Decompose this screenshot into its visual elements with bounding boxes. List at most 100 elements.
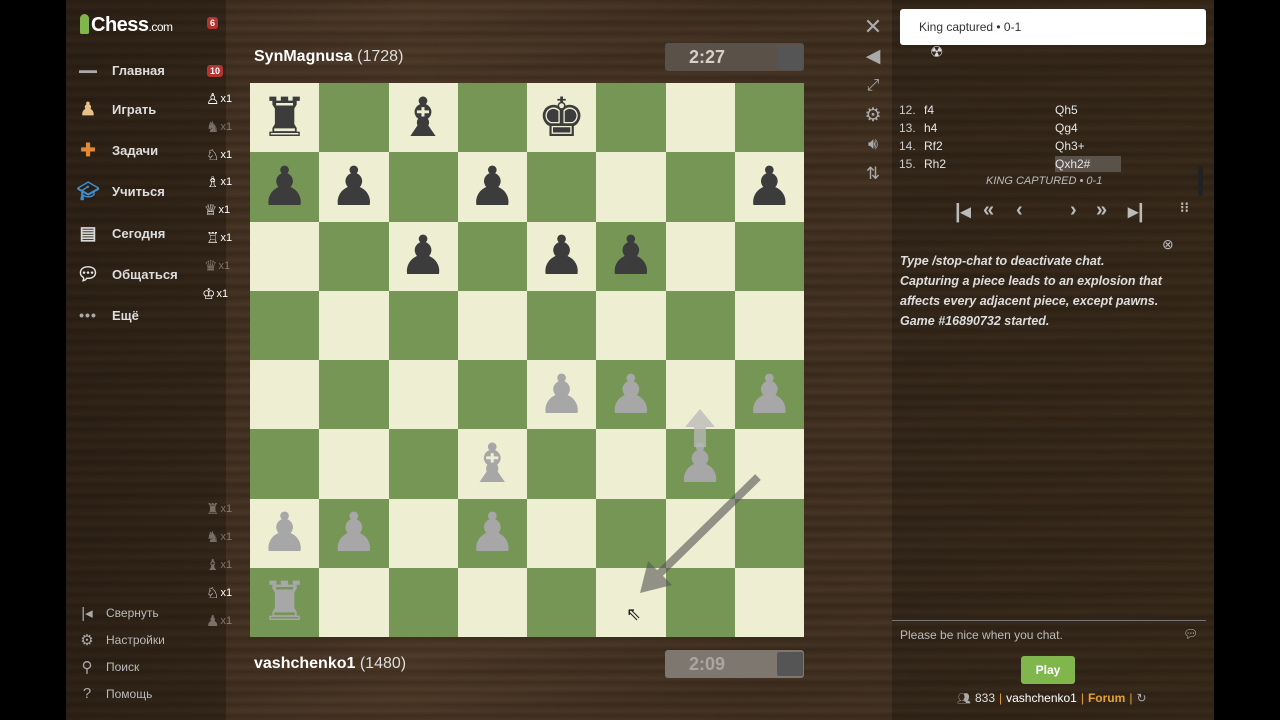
chess-logo[interactable]: Chess.com — [80, 14, 173, 37]
white-pawn[interactable]: ♟ — [607, 367, 655, 422]
square-c4[interactable] — [388, 360, 458, 430]
square-a3[interactable] — [250, 429, 320, 499]
sidebar-item-home[interactable]: ▬▬ Главная — [76, 57, 165, 83]
top-player[interactable]: SynMagnusa (1728) — [254, 48, 403, 66]
square-a4[interactable] — [250, 360, 320, 430]
black-pawn[interactable]: ♟ — [745, 159, 793, 214]
prev-fast-icon[interactable]: « — [983, 199, 994, 222]
square-h3[interactable] — [734, 429, 804, 499]
black-pawn[interactable]: ♟ — [468, 159, 516, 214]
bottom-player[interactable]: vashchenko1 (1480) — [254, 655, 406, 673]
fullscreen-icon[interactable]: ⤢ — [862, 75, 884, 97]
square-f4[interactable]: ♟ — [596, 360, 666, 430]
sidebar-item-more[interactable]: ••• Ещё — [76, 302, 139, 328]
square-a8[interactable]: ♜ — [250, 83, 320, 153]
square-g6[interactable] — [665, 221, 735, 291]
square-d8[interactable] — [457, 83, 527, 153]
square-h5[interactable] — [734, 290, 804, 360]
white-pawn[interactable]: ♟ — [537, 367, 585, 422]
square-d1[interactable] — [457, 567, 527, 637]
white-pawn[interactable]: ♟ — [468, 506, 516, 560]
square-f1[interactable] — [596, 567, 666, 637]
help-button[interactable]: ? Помощь — [78, 685, 153, 702]
square-g3[interactable]: ♟ — [665, 429, 735, 499]
square-f5[interactable] — [596, 290, 666, 360]
forum-link[interactable]: Forum — [1088, 691, 1125, 705]
square-d4[interactable] — [457, 360, 527, 430]
square-d6[interactable] — [457, 221, 527, 291]
square-f3[interactable] — [596, 429, 666, 499]
square-a2[interactable]: ♟ — [250, 498, 320, 568]
flip-board-icon[interactable]: ⇅ — [862, 163, 884, 185]
square-e4[interactable]: ♟ — [527, 360, 597, 430]
square-e7[interactable] — [527, 152, 597, 222]
black-pawn[interactable]: ♟ — [607, 229, 655, 283]
last-move-icon[interactable]: ▸| — [1128, 199, 1144, 224]
first-move-icon[interactable]: |◂ — [955, 199, 971, 224]
square-b5[interactable] — [319, 290, 389, 360]
square-g5[interactable] — [665, 290, 735, 360]
square-h2[interactable] — [734, 498, 804, 568]
white-pawn[interactable]: ♟ — [330, 506, 378, 560]
next-fast-icon[interactable]: » — [1096, 199, 1107, 222]
square-f7[interactable] — [596, 152, 666, 222]
square-a5[interactable] — [250, 290, 320, 360]
black-pawn[interactable]: ♟ — [537, 229, 585, 283]
square-b4[interactable] — [319, 360, 389, 430]
square-e5[interactable] — [527, 290, 597, 360]
sound-icon[interactable]: 🔊︎ — [862, 134, 884, 156]
gear-icon[interactable]: ⚙ — [862, 104, 884, 126]
square-e8[interactable]: ♚ — [527, 83, 597, 153]
square-c7[interactable] — [388, 152, 458, 222]
sidebar-item-puzzles[interactable]: ✚ Задачи — [76, 137, 158, 163]
square-b8[interactable] — [319, 83, 389, 153]
square-b2[interactable]: ♟ — [319, 498, 389, 568]
square-g4[interactable] — [665, 360, 735, 430]
square-b6[interactable] — [319, 221, 389, 291]
white-pawn[interactable]: ♟ — [745, 367, 793, 422]
square-a1[interactable]: ♜ — [250, 567, 320, 637]
square-d2[interactable]: ♟ — [457, 498, 527, 568]
square-h7[interactable]: ♟ — [734, 152, 804, 222]
square-f2[interactable] — [596, 498, 666, 568]
square-b7[interactable]: ♟ — [319, 152, 389, 222]
search-button[interactable]: ⚲ Поиск — [78, 658, 140, 676]
square-h4[interactable]: ♟ — [734, 360, 804, 430]
square-g2[interactable] — [665, 498, 735, 568]
sidebar-item-social[interactable]: 💬︎ Общаться — [76, 261, 178, 287]
back-icon[interactable]: ◀ — [862, 45, 884, 67]
black-pawn[interactable]: ♟ — [399, 229, 447, 283]
play-button[interactable]: Play — [1021, 656, 1075, 684]
move-list-scrollbar[interactable] — [1198, 166, 1203, 196]
sidebar-item-today[interactable]: ▤ Сегодня — [76, 220, 165, 246]
square-c2[interactable] — [388, 498, 458, 568]
black-king[interactable]: ♚ — [537, 90, 585, 145]
current-move[interactable]: Qxh2# — [1055, 156, 1121, 172]
sidebar-item-play[interactable]: ♟ Играть — [76, 96, 156, 122]
square-h1[interactable] — [734, 567, 804, 637]
black-pawn[interactable]: ♟ — [330, 159, 378, 214]
square-d5[interactable] — [457, 290, 527, 360]
square-g7[interactable] — [665, 152, 735, 222]
square-b1[interactable] — [319, 567, 389, 637]
square-c3[interactable] — [388, 429, 458, 499]
square-a7[interactable]: ♟ — [250, 152, 320, 222]
square-g8[interactable] — [665, 83, 735, 153]
prev-move-icon[interactable]: ‹ — [1016, 199, 1023, 222]
square-e3[interactable] — [527, 429, 597, 499]
close-icon[interactable]: ✕ — [862, 14, 884, 39]
refresh-icon[interactable]: ↻ — [1136, 691, 1146, 705]
white-rook[interactable]: ♜ — [260, 575, 308, 629]
square-c8[interactable]: ♝ — [388, 83, 458, 153]
square-e1[interactable] — [527, 567, 597, 637]
white-pawn[interactable]: ♟ — [260, 506, 308, 560]
square-d7[interactable]: ♟ — [457, 152, 527, 222]
square-h6[interactable] — [734, 221, 804, 291]
square-c1[interactable] — [388, 567, 458, 637]
square-e2[interactable] — [527, 498, 597, 568]
settings-button[interactable]: ⚙ Настройки — [78, 631, 165, 649]
chat-input[interactable]: Please be nice when you chat. — [892, 620, 1206, 650]
square-f6[interactable]: ♟ — [596, 221, 666, 291]
white-pawn[interactable]: ♟ — [676, 436, 724, 491]
collapse-button[interactable]: |◂ Свернуть — [78, 604, 158, 622]
